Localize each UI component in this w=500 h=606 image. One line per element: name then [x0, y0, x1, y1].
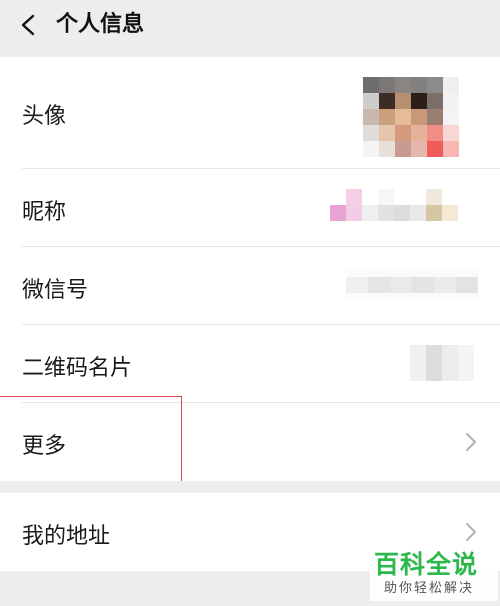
page-title: 个人信息 [56, 12, 145, 37]
qr-code-icon [410, 345, 474, 381]
chevron-right-icon [466, 523, 476, 541]
avatar[interactable] [363, 77, 459, 157]
nickname-row[interactable]: 昵称 [0, 169, 500, 247]
watermark-title: 百科全说 [374, 550, 479, 579]
more-label: 更多 [22, 434, 67, 459]
more-row[interactable]: 更多 [0, 403, 500, 481]
chevron-right-icon [466, 433, 476, 451]
wechat-id-label: 微信号 [22, 278, 89, 303]
nickname-value-blurred [330, 189, 458, 221]
qr-code-row[interactable]: 二维码名片 [0, 325, 500, 403]
nav-bar: 个人信息 [0, 0, 500, 50]
profile-settings-group: 头像 昵称 微信号 二维码名片 更多 [0, 57, 500, 481]
watermark-subtitle: 助你轻松解决 [384, 581, 475, 596]
avatar-row[interactable]: 头像 [0, 57, 500, 169]
avatar-label: 头像 [22, 104, 67, 129]
nickname-label: 昵称 [22, 200, 67, 225]
my-address-label: 我的地址 [22, 524, 111, 549]
wechat-id-value-blurred [346, 269, 478, 299]
back-chevron-icon[interactable] [18, 14, 40, 36]
wechat-id-row[interactable]: 微信号 [0, 247, 500, 325]
watermark-logo: 百科全说 助你轻松解决 [370, 543, 498, 601]
qr-code-label: 二维码名片 [22, 356, 133, 381]
section-gap [0, 481, 500, 493]
